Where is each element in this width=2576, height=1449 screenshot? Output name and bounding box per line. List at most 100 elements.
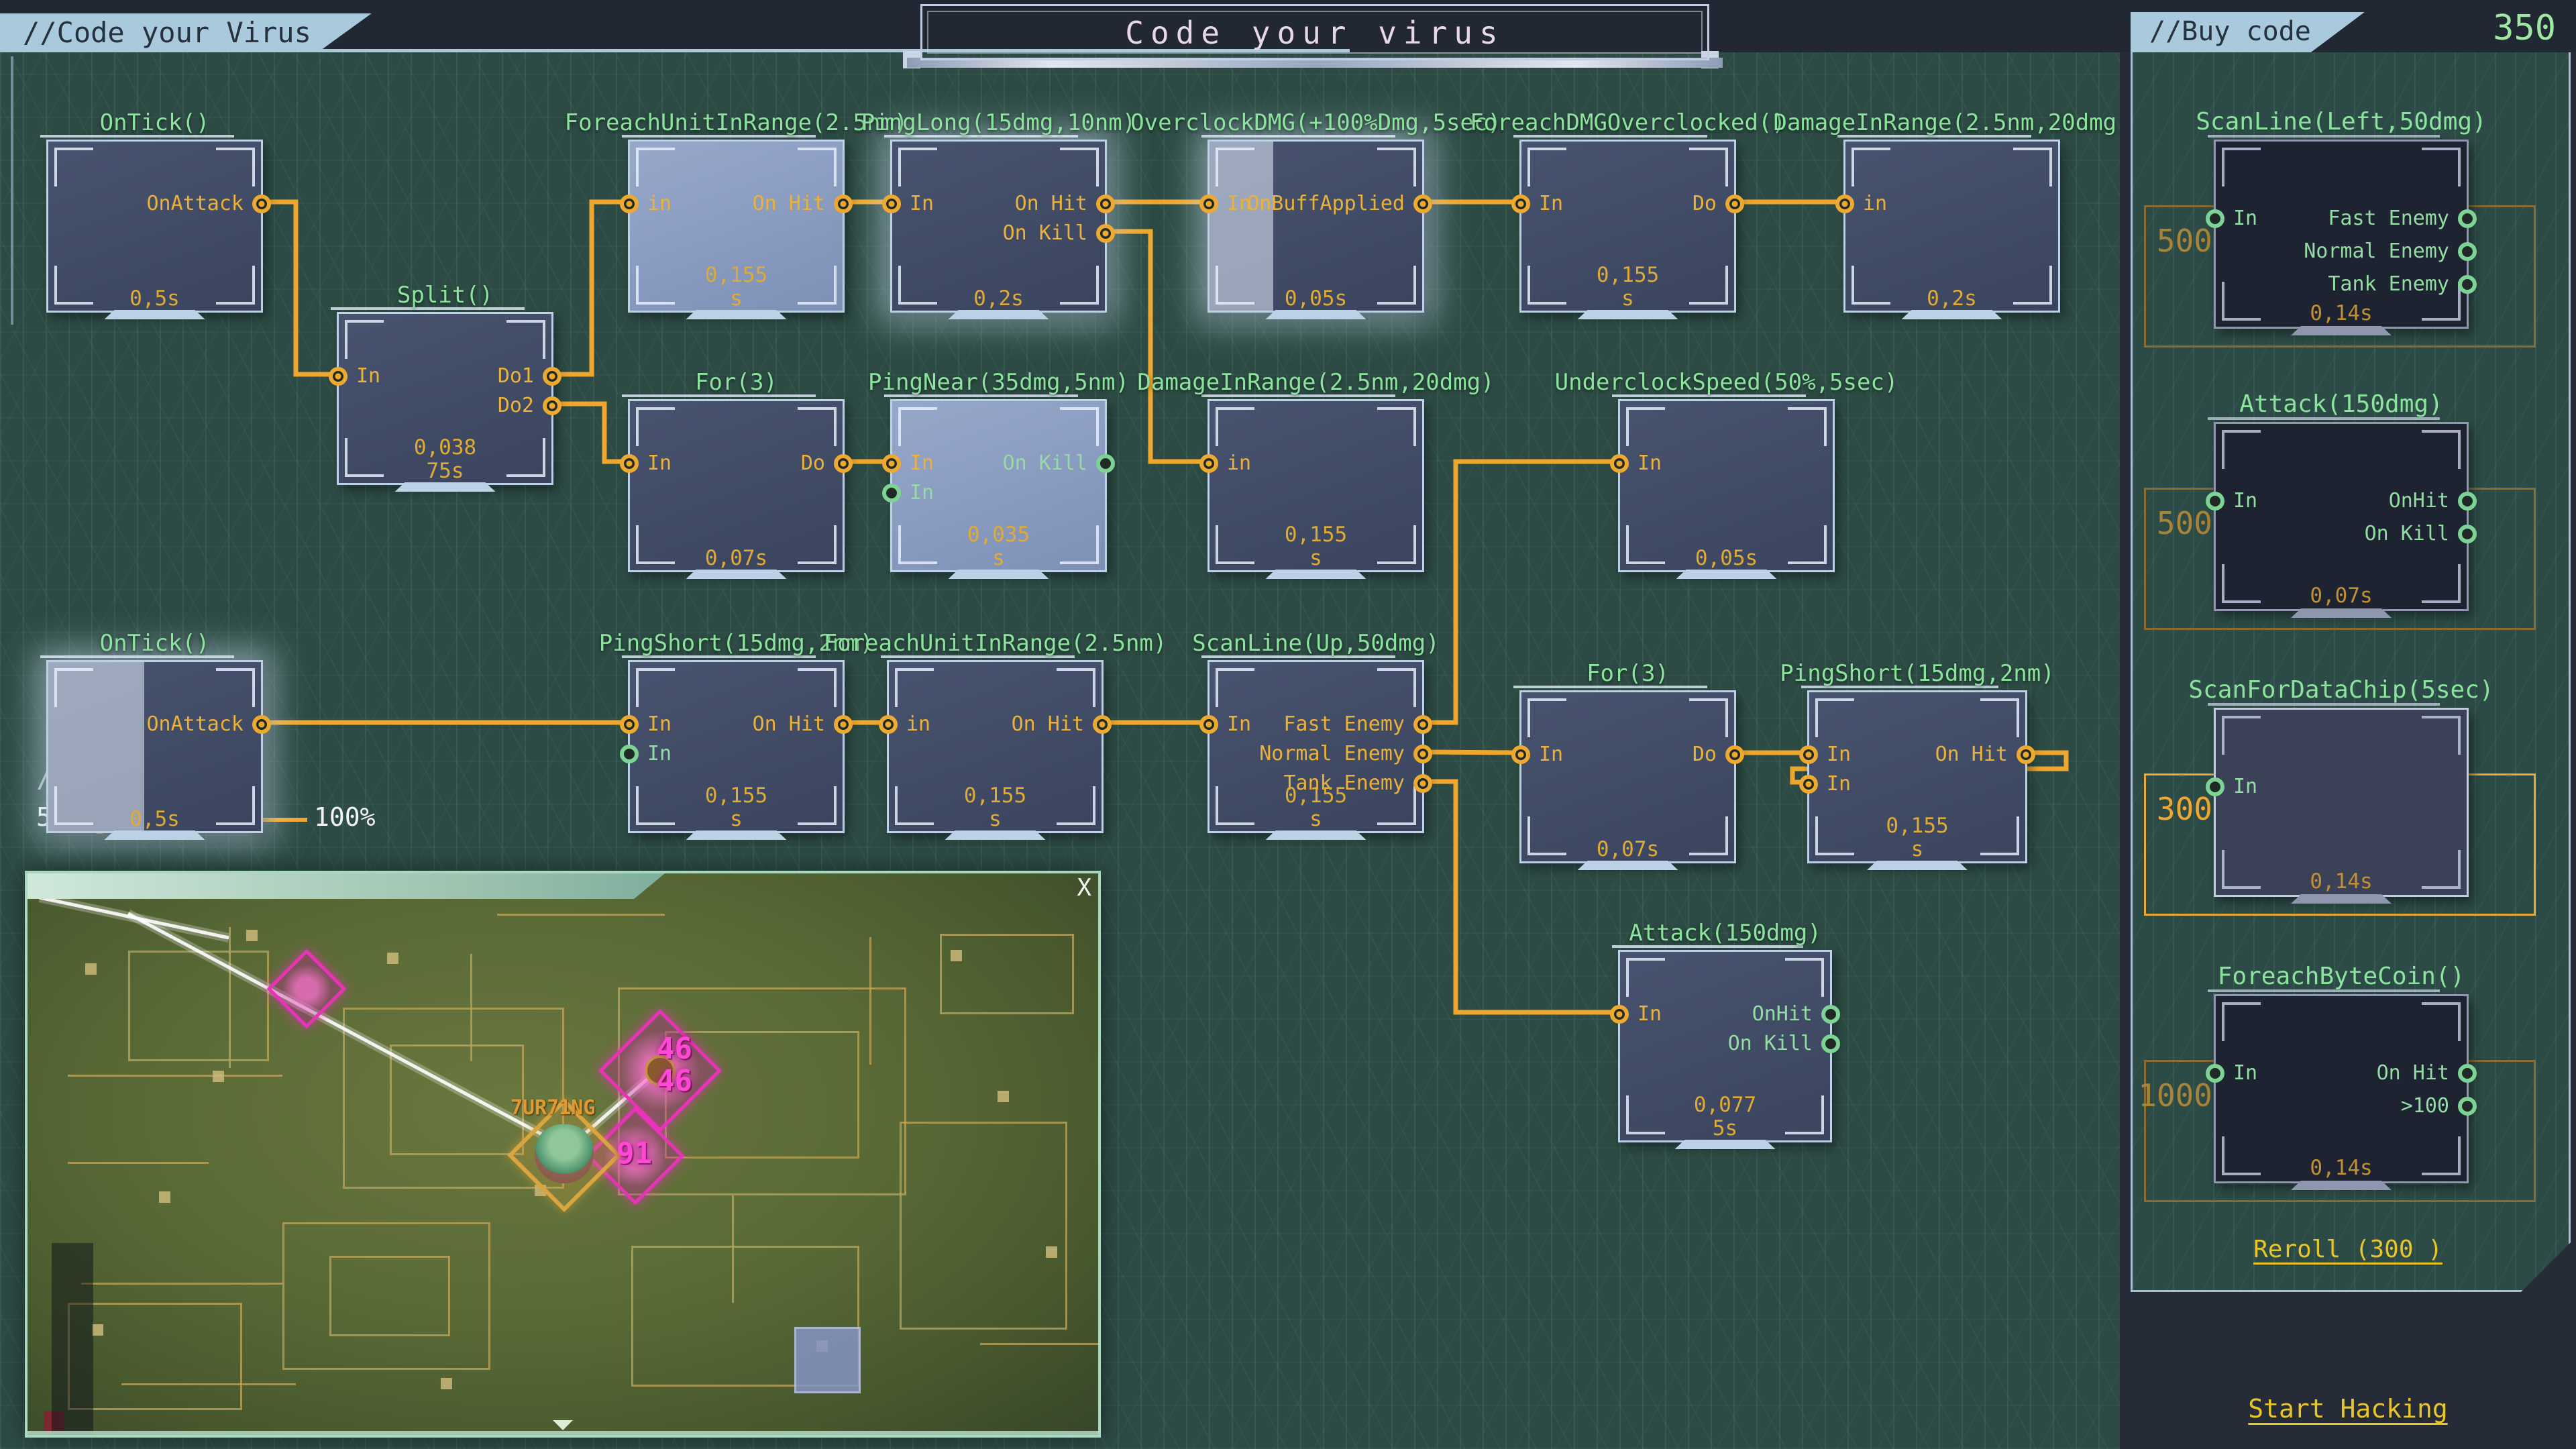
- output-port[interactable]: [2458, 242, 2477, 261]
- output-port[interactable]: [1821, 1034, 1840, 1053]
- shop-item-shop-attack[interactable]: Attack(150dmg)InOnHitOn Kill0,07s: [2214, 422, 2469, 611]
- shop-item-shop-foreachbytecoin[interactable]: ForeachByteCoin()InOn Hit>1000,14s: [2214, 994, 2469, 1183]
- corner-bracket: [1216, 407, 1254, 446]
- node-for3-a[interactable]: For(3)InDo0,07s: [628, 399, 845, 572]
- output-port[interactable]: [834, 454, 853, 473]
- node-pingnear[interactable]: PingNear(35dmg,5nm)InInOn Kill0,035s: [890, 399, 1107, 572]
- node-cooldown: 0,03875s: [339, 436, 551, 483]
- node-attack[interactable]: Attack(150dmg)InOnHitOn Kill0,0775s: [1618, 950, 1832, 1142]
- input-port[interactable]: [2206, 1064, 2224, 1083]
- node-ontick-1[interactable]: OnTick()OnAttack0,5s: [46, 140, 263, 313]
- output-port[interactable]: [834, 715, 853, 734]
- close-icon[interactable]: X: [1077, 873, 1091, 903]
- output-port[interactable]: [543, 396, 561, 415]
- output-port[interactable]: [1821, 1005, 1840, 1024]
- input-port[interactable]: [1610, 1005, 1629, 1024]
- port-label: On Kill: [1728, 1033, 1813, 1055]
- node-damageinrange-2[interactable]: DamageInRange(2.5nm,20dmg)in0,155s: [1208, 399, 1424, 572]
- input-port[interactable]: [620, 745, 639, 763]
- node-damageinrange-1[interactable]: DamageInRange(2.5nm,20dmg)in0,2s: [1843, 140, 2060, 313]
- node-scanline-up[interactable]: ScanLine(Up,50dmg)InFast EnemyNormal Ene…: [1208, 660, 1424, 833]
- output-port[interactable]: [2458, 1097, 2477, 1116]
- corner-bracket: [216, 148, 255, 186]
- output-port[interactable]: [2017, 745, 2035, 764]
- input-port[interactable]: [1199, 454, 1218, 473]
- node-ontick-2[interactable]: OnTick()OnAttack0,5s: [46, 660, 263, 833]
- input-port[interactable]: [620, 715, 639, 734]
- input-port[interactable]: [620, 454, 639, 473]
- output-port[interactable]: [2458, 275, 2477, 294]
- input-port[interactable]: [329, 367, 347, 386]
- shop-item-shop-scanfordatachip[interactable]: ScanForDataChip(5sec)In0,14s: [2214, 708, 2469, 897]
- tab-buy-code[interactable]: //Buy code: [2131, 12, 2365, 52]
- output-port[interactable]: [834, 195, 853, 213]
- input-port[interactable]: [882, 454, 901, 473]
- node-split[interactable]: Split()InDo1Do20,03875s: [337, 312, 553, 485]
- output-port[interactable]: [1725, 195, 1744, 213]
- node-foreachunitinrange-1[interactable]: ForeachUnitInRange(2.5nm)inOn Hit0,155s: [628, 140, 845, 313]
- port-label: In: [2233, 208, 2257, 229]
- output-port[interactable]: [1413, 715, 1432, 734]
- port-label: On Hit: [1935, 744, 2008, 765]
- node-cooldown: 0,155s: [630, 264, 843, 311]
- tab-code-your-virus[interactable]: //Code your Virus: [0, 13, 372, 52]
- output-port[interactable]: [543, 367, 561, 386]
- output-port[interactable]: [2458, 1064, 2477, 1083]
- output-port[interactable]: [252, 715, 271, 734]
- output-port[interactable]: [2458, 209, 2477, 228]
- output-port[interactable]: [1413, 745, 1432, 763]
- node-foreachdmgoverclocked[interactable]: ForeachDMGOverclocked()InDo0,155s: [1519, 140, 1736, 313]
- game-viewport[interactable]: 7UR71NG464691 X: [25, 871, 1101, 1438]
- port-label: In: [2233, 490, 2257, 512]
- node-cooldown: 0,5s: [48, 287, 261, 311]
- input-port[interactable]: [2206, 209, 2224, 228]
- input-port[interactable]: [882, 484, 901, 502]
- port-label: In: [2233, 776, 2257, 798]
- input-port[interactable]: [1799, 775, 1818, 794]
- output-port[interactable]: [2458, 492, 2477, 511]
- node-overclockdmg[interactable]: OverclockDMG(+100%Dmg,5sec)InOnBuffAppli…: [1208, 140, 1424, 313]
- reroll-button[interactable]: Reroll (300 ): [2234, 1236, 2462, 1263]
- output-port[interactable]: [1725, 745, 1744, 764]
- node-for3-b[interactable]: For(3)InDo0,07s: [1519, 690, 1736, 863]
- output-port[interactable]: [2458, 525, 2477, 543]
- input-port[interactable]: [1511, 745, 1530, 764]
- input-port[interactable]: [2206, 492, 2224, 511]
- corner-bracket: [2013, 148, 2052, 186]
- port-label: On Hit: [1012, 714, 1084, 735]
- input-port[interactable]: [2206, 777, 2224, 796]
- output-port[interactable]: [1093, 715, 1112, 734]
- input-port[interactable]: [1199, 195, 1218, 213]
- output-port[interactable]: [252, 195, 271, 213]
- node-cooldown: 0,155s: [889, 784, 1102, 831]
- output-port[interactable]: [1096, 224, 1115, 243]
- input-port[interactable]: [1511, 195, 1530, 213]
- node-cooldown: 0,0775s: [1620, 1093, 1830, 1140]
- input-port[interactable]: [1799, 745, 1818, 764]
- output-port[interactable]: [1413, 774, 1432, 793]
- node-pingshort-1[interactable]: PingShort(15dmg,2nm)InInOn Hit0,155s: [628, 660, 845, 833]
- node-bottom-notch: [686, 310, 787, 319]
- node-cooldown: 0,155s: [630, 784, 843, 831]
- viewport-scrollbar[interactable]: [28, 1431, 1098, 1435]
- node-foreachunitinrange-2[interactable]: ForeachUnitInRange(2.5nm)inOn Hit0,155s: [887, 660, 1104, 833]
- output-port[interactable]: [1096, 454, 1115, 473]
- input-port[interactable]: [882, 195, 901, 213]
- node-underclockspeed[interactable]: UnderclockSpeed(50%,5sec)In0,05s: [1618, 399, 1835, 572]
- start-hacking-button[interactable]: Start Hacking: [2234, 1394, 2462, 1424]
- port-label: In: [2233, 1063, 2257, 1084]
- input-port[interactable]: [1610, 454, 1629, 473]
- input-port[interactable]: [1835, 195, 1854, 213]
- output-port[interactable]: [1096, 195, 1115, 213]
- input-port[interactable]: [620, 195, 639, 213]
- input-port[interactable]: [1199, 715, 1218, 734]
- port-label: On Hit: [2377, 1063, 2449, 1084]
- output-port[interactable]: [1413, 195, 1432, 213]
- node-title: For(3): [1587, 660, 1669, 687]
- corner-bracket: [895, 668, 934, 707]
- shop-item-title: ScanLine(Left,50dmg): [2196, 108, 2486, 136]
- input-port[interactable]: [879, 715, 898, 734]
- node-pinglong[interactable]: PingLong(15dmg,10nm)InOn HitOn Kill0,2s: [890, 140, 1107, 313]
- node-pingshort-2[interactable]: PingShort(15dmg,2nm)InInOn Hit0,155s: [1807, 690, 2027, 863]
- shop-item-shop-scanline-left[interactable]: ScanLine(Left,50dmg)InFast EnemyNormal E…: [2214, 140, 2469, 329]
